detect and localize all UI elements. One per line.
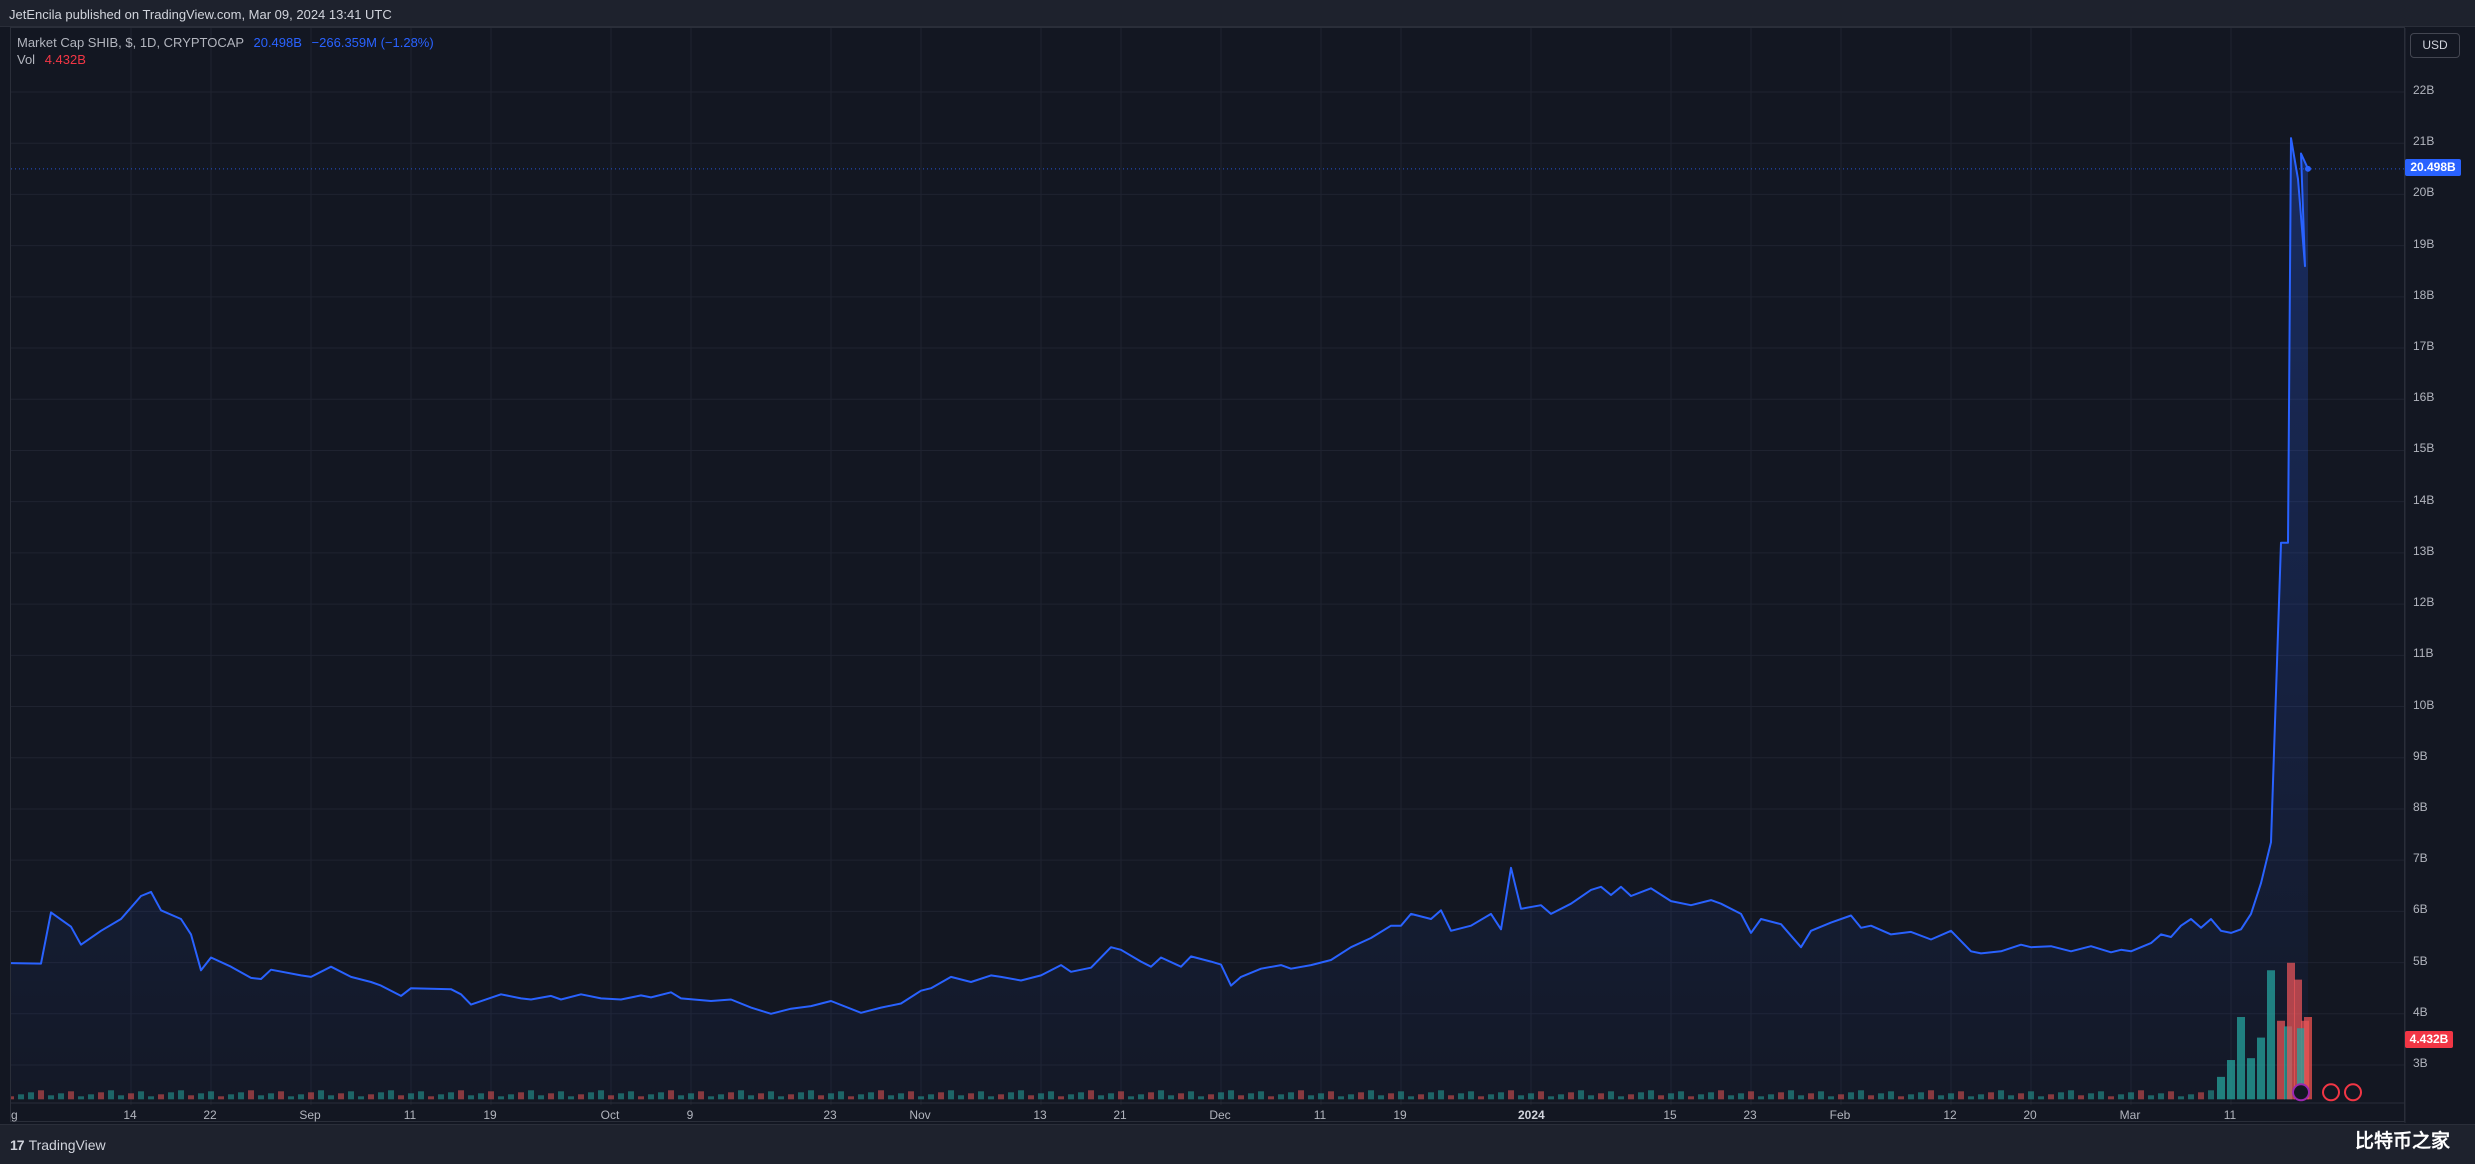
tradingview-logo-text: TradingView: [28, 1137, 106, 1153]
x-tick-label: Mar: [2119, 1108, 2141, 1122]
y-tick-label: 17B: [2413, 339, 2435, 354]
y-tick-label: 20B: [2413, 185, 2435, 200]
legend-vol-label: Vol: [17, 52, 36, 67]
x-tick-label: 23: [823, 1108, 837, 1122]
price-line[interactable]: [11, 137, 2309, 1015]
legend-volume-row[interactable]: Vol 4.432B: [17, 51, 434, 68]
x-tick-label: Feb: [1829, 1108, 1851, 1122]
x-tick-label: Dec: [1209, 1108, 1231, 1122]
x-tick-label: Oct: [600, 1108, 620, 1122]
x-tick-label: 23: [1743, 1108, 1757, 1122]
chart-legend: Market Cap SHIB, $, 1D, CRYPTOCAP 20.498…: [17, 34, 434, 68]
publish-header: JetEncila published on TradingView.com, …: [0, 0, 2475, 27]
x-tick-label-edge: g: [11, 1108, 18, 1122]
x-tick-label: 19: [483, 1108, 497, 1122]
x-tick-label: 11: [403, 1108, 417, 1122]
y-tick-label: 14B: [2413, 492, 2435, 507]
y-tick-label: 13B: [2413, 543, 2435, 558]
x-tick-label: 15: [1663, 1108, 1677, 1122]
last-price-tag: 20.498B: [2405, 158, 2461, 176]
y-tick-label: 10B: [2413, 697, 2435, 712]
x-tick-label: Nov: [909, 1108, 931, 1122]
y-tick-label: 7B: [2413, 851, 2428, 866]
event-marker-icon[interactable]: [2322, 1083, 2340, 1102]
y-tick-label: 21B: [2413, 134, 2435, 149]
legend-vol-value: 4.432B: [44, 52, 86, 67]
y-tick-label: 3B: [2413, 1056, 2428, 1070]
y-tick-label: 6B: [2413, 902, 2428, 917]
legend-symbol: Market Cap SHIB, $, 1D, CRYPTOCAP: [17, 35, 244, 50]
y-tick-label: 19B: [2413, 236, 2435, 251]
x-tick-label: 20: [2023, 1108, 2037, 1122]
x-tick-label: 22: [203, 1108, 217, 1122]
y-tick-label: 9B: [2413, 748, 2428, 763]
y-tick-label: 15B: [2413, 441, 2435, 456]
x-tick-label: 12: [1943, 1108, 1957, 1122]
legend-value: 20.498B: [253, 35, 302, 50]
chart-pane[interactable]: [10, 27, 2406, 1123]
y-tick-label: 18B: [2413, 287, 2435, 302]
y-tick-label: 8B: [2413, 799, 2428, 814]
chart-canvas[interactable]: [11, 28, 2406, 1123]
watermark: 比特币之家: [2355, 1131, 2451, 1152]
x-tick-label: 21: [1113, 1108, 1127, 1122]
event-marker-icon[interactable]: [2344, 1083, 2362, 1102]
x-tick-label: 9: [686, 1108, 694, 1122]
y-tick-label: 11B: [2413, 646, 2434, 661]
x-tick-label: 19: [1393, 1108, 1407, 1122]
tradingview-logo-mark: 17: [10, 1137, 25, 1153]
x-tick-label: Sep: [299, 1108, 321, 1122]
tradingview-logo[interactable]: 17 TradingView: [10, 1137, 106, 1153]
y-tick-label: 12B: [2413, 595, 2435, 610]
y-tick-label: 16B: [2413, 390, 2435, 405]
x-tick-label: 11: [1313, 1108, 1327, 1122]
x-tick-label: 11: [2223, 1108, 2237, 1122]
y-tick-label: 5B: [2413, 953, 2428, 968]
y-tick-label: 22B: [2413, 83, 2435, 97]
legend-main-row[interactable]: Market Cap SHIB, $, 1D, CRYPTOCAP 20.498…: [17, 34, 434, 51]
last-volume-tag: 4.432B: [2405, 1031, 2453, 1049]
published-text: JetEncila published on TradingView.com, …: [9, 7, 392, 22]
x-tick-label: 14: [123, 1108, 137, 1122]
x-tick-label: 2024: [1518, 1108, 1545, 1122]
currency-button[interactable]: USD: [2410, 33, 2460, 58]
price-area: [11, 138, 2308, 1100]
footer-bar: 17 TradingView: [0, 1124, 2475, 1164]
event-marker-icon[interactable]: [2292, 1083, 2310, 1102]
y-tick-label: 4B: [2413, 1004, 2428, 1019]
legend-change: −266.359M (−1.28%): [311, 35, 434, 50]
x-tick-label: 13: [1033, 1108, 1047, 1122]
